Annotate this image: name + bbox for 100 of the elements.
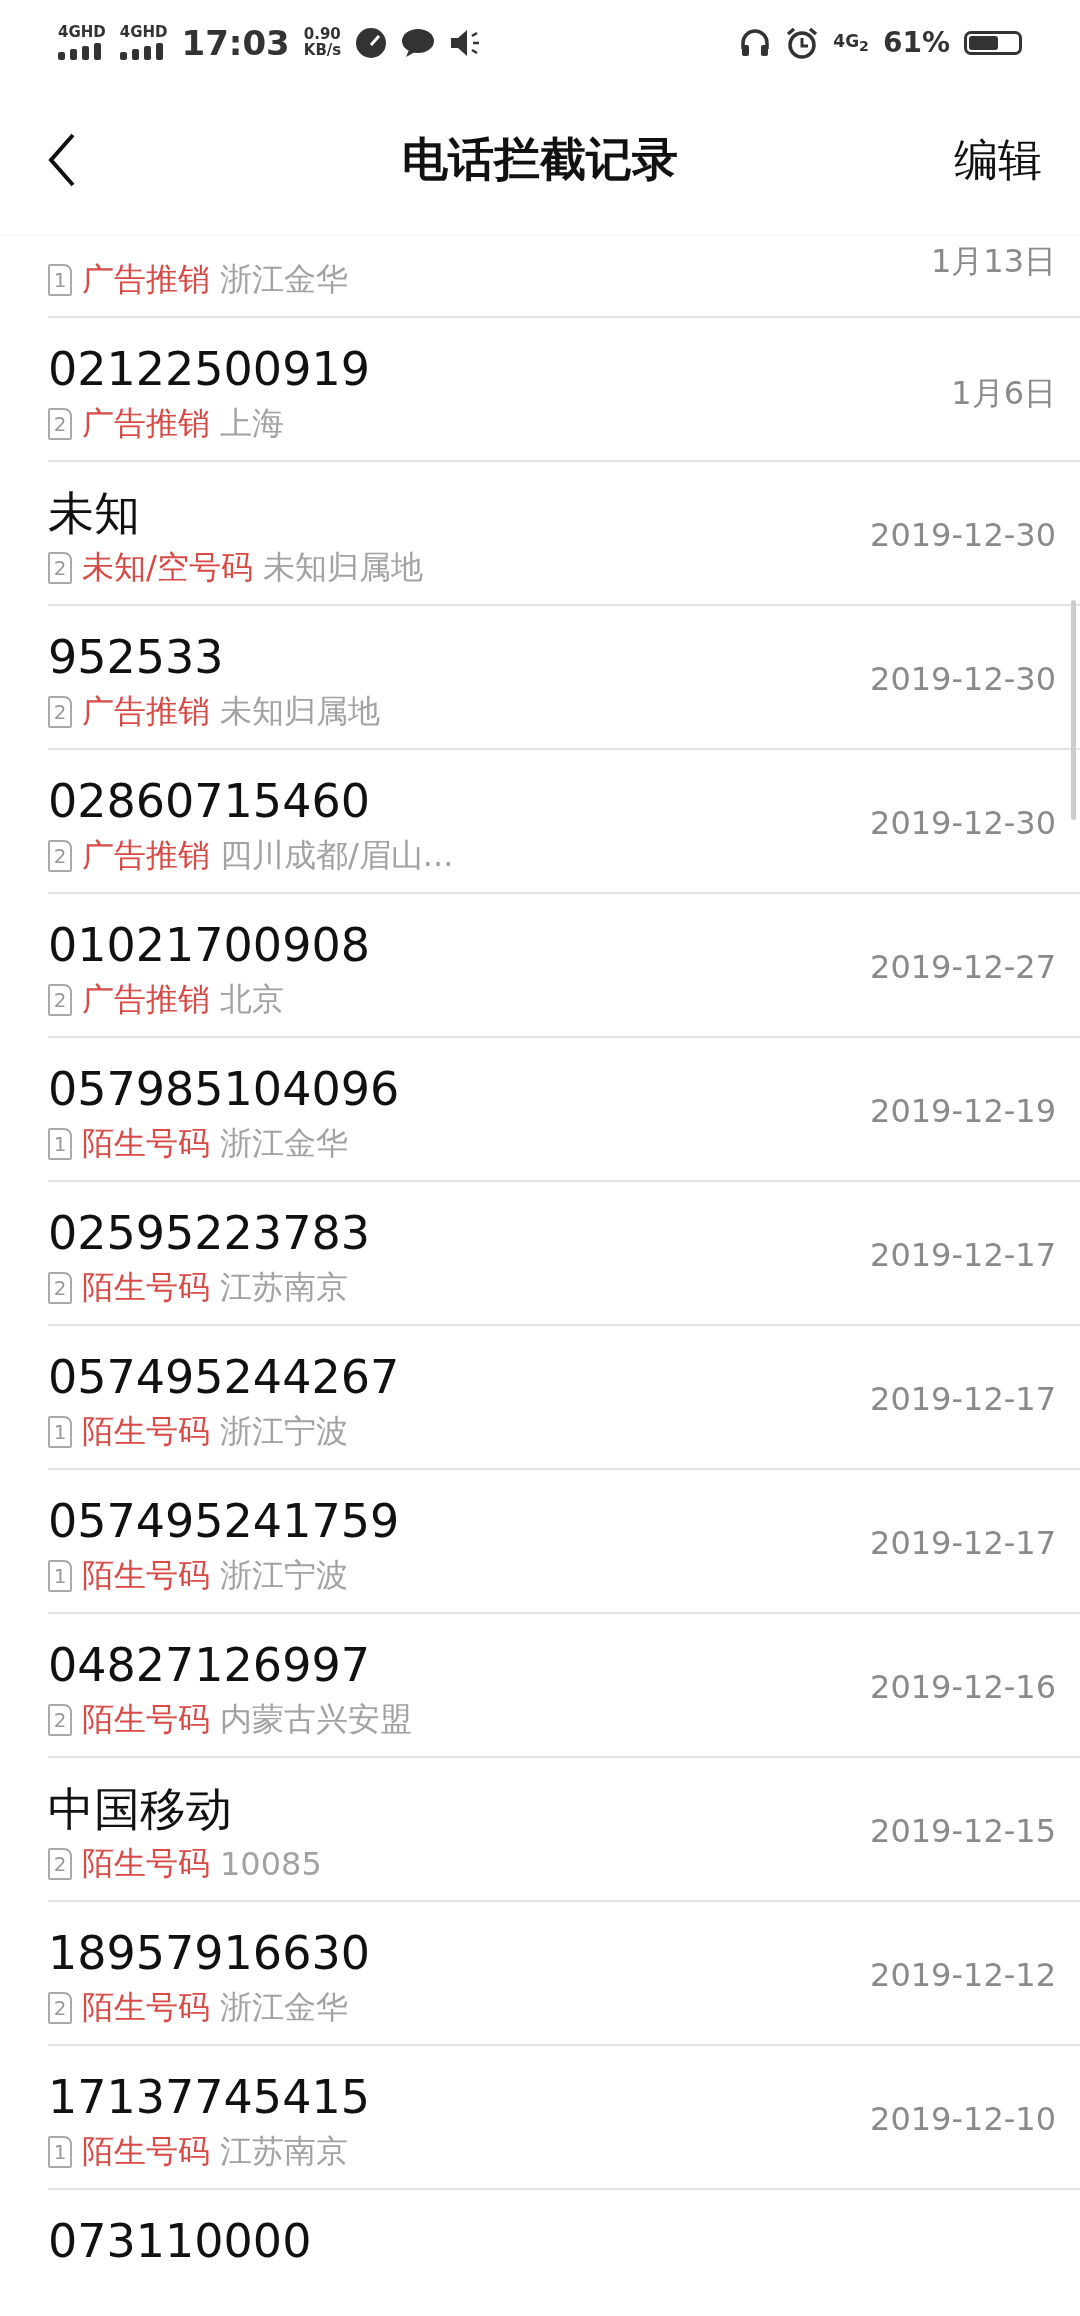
call-record[interactable]: 04827126997 2 陌生号码 内蒙古兴安盟 2019-12-16	[48, 1614, 1080, 1758]
caller-location: 未知归属地	[220, 691, 380, 732]
call-tag: 广告推销	[82, 258, 210, 302]
call-date: 2019-12-10	[870, 2100, 1056, 2138]
call-tag: 陌生号码	[82, 1266, 210, 1310]
sim-slot-badge: 2	[48, 984, 72, 1016]
sim-slot-badge: 2	[48, 696, 72, 728]
caller-location: 10085	[220, 1845, 322, 1883]
phone-number: 057495241759	[48, 1493, 400, 1550]
call-tag: 广告推销	[82, 690, 210, 734]
sim-slot-badge: 1	[48, 264, 72, 296]
phone-number: 中国移动	[48, 1781, 232, 1838]
phone-number: 18957916630	[48, 1925, 370, 1982]
call-date: 2019-12-17	[870, 1236, 1056, 1274]
sim-slot-badge: 2	[48, 1704, 72, 1736]
caller-location: 浙江宁波	[220, 1555, 348, 1596]
caller-location: 浙江金华	[220, 259, 348, 300]
call-tag: 陌生号码	[82, 1410, 210, 1454]
call-record[interactable]: 1 广告推销 浙江金华 1月13日	[48, 235, 1080, 318]
back-button[interactable]	[48, 133, 76, 187]
phone-number: 未知	[48, 485, 140, 542]
caller-location: 浙江宁波	[220, 1411, 348, 1452]
network-label: 4GHD	[58, 25, 106, 40]
caller-location: 四川成都/眉山...	[220, 835, 454, 876]
signal-icon	[58, 42, 104, 60]
sim-slot-badge: 2	[48, 1848, 72, 1880]
sim-slot-badge: 1	[48, 1560, 72, 1592]
phone-number: 02122500919	[48, 341, 370, 398]
phone-number: 02860715460	[48, 773, 370, 830]
sim-slot-badge: 2	[48, 840, 72, 872]
call-date: 2019-12-16	[870, 1668, 1056, 1706]
battery-percent: 61%	[882, 26, 950, 59]
call-record[interactable]: 01021700908 2 广告推销 北京 2019-12-27	[48, 894, 1080, 1038]
call-tag: 陌生号码	[82, 2130, 210, 2174]
call-tag: 广告推销	[82, 834, 210, 878]
call-record[interactable]: 17137745415 1 陌生号码 江苏南京 2019-12-10	[48, 2046, 1080, 2190]
caller-location: 浙江金华	[220, 1123, 348, 1164]
call-date: 1月6日	[951, 373, 1056, 414]
battery-icon	[964, 30, 1022, 55]
call-date: 2019-12-30	[870, 660, 1056, 698]
call-tag: 未知/空号码	[82, 546, 253, 590]
sim-slot-badge: 2	[48, 1272, 72, 1304]
caller-location: 北京	[220, 979, 284, 1020]
signal-icon	[119, 42, 166, 60]
caller-location: 上海	[220, 403, 284, 444]
page-title: 电话拦截记录	[402, 131, 678, 188]
phone-number: 073110000	[48, 2213, 312, 2270]
caller-location: 江苏南京	[220, 2131, 348, 2172]
caller-location: 浙江金华	[220, 1987, 348, 2028]
call-tag: 陌生号码	[82, 1842, 210, 1886]
headphones-icon	[739, 26, 772, 59]
call-date: 2019-12-15	[870, 1812, 1056, 1850]
call-record[interactable]: 02122500919 2 广告推销 上海 1月6日	[48, 318, 1080, 462]
speed-unit: KB/s	[303, 42, 342, 59]
phone-number: 17137745415	[48, 2069, 370, 2126]
call-tag: 广告推销	[82, 978, 210, 1022]
call-date: 2019-12-30	[870, 516, 1056, 554]
speed-value: 0.90	[303, 26, 342, 43]
edit-button[interactable]: 编辑	[954, 130, 1042, 190]
sim-slot-badge: 2	[48, 408, 72, 440]
call-record[interactable]: 073110000	[48, 2190, 1080, 2316]
call-tag: 陌生号码	[82, 1698, 210, 1742]
call-record[interactable]: 057985104096 1 陌生号码 浙江金华 2019-12-19	[48, 1038, 1080, 1182]
caller-location: 内蒙古兴安盟	[220, 1699, 412, 1740]
sim-slot-badge: 2	[48, 552, 72, 584]
clock: 17:03	[181, 22, 290, 63]
network-label: 4GHD	[119, 25, 168, 40]
phone-number: 02595223783	[48, 1205, 370, 1262]
caller-location: 未知归属地	[262, 547, 423, 588]
sim-slot-badge: 1	[48, 1416, 72, 1448]
alarm-icon	[785, 25, 820, 60]
call-record[interactable]: 057495241759 1 陌生号码 浙江宁波 2019-12-17	[48, 1470, 1080, 1614]
phone-number: 04827126997	[48, 1637, 370, 1694]
sim-slot-badge: 1	[48, 2136, 72, 2168]
phone-number: 01021700908	[48, 917, 370, 974]
call-record[interactable]: 057495244267 1 陌生号码 浙江宁波 2019-12-17	[48, 1326, 1080, 1470]
network-type: 4G$_{2}$	[833, 30, 869, 55]
sim-slot-badge: 2	[48, 1992, 72, 2024]
phone-number: 952533	[48, 629, 224, 686]
call-date: 2019-12-19	[870, 1092, 1056, 1130]
call-tag: 陌生号码	[82, 1554, 210, 1598]
call-record[interactable]: 18957916630 2 陌生号码 浙江金华 2019-12-12	[48, 1902, 1080, 2046]
call-tag: 陌生号码	[82, 1986, 210, 2030]
call-record[interactable]: 中国移动 2 陌生号码 10085 2019-12-15	[48, 1758, 1080, 1902]
call-record[interactable]: 02595223783 2 陌生号码 江苏南京 2019-12-17	[48, 1182, 1080, 1326]
call-record[interactable]: 未知 2 未知/空号码 未知归属地 2019-12-30	[48, 462, 1080, 606]
call-tag: 陌生号码	[82, 1122, 210, 1166]
chat-icon	[401, 27, 436, 58]
call-date: 2019-12-17	[870, 1380, 1056, 1418]
phone-number: 057985104096	[48, 1061, 400, 1118]
sim-slot-badge: 1	[48, 1128, 72, 1160]
call-date: 2019-12-27	[870, 948, 1056, 986]
call-date: 2019-12-17	[870, 1524, 1056, 1562]
call-tag: 广告推销	[82, 402, 210, 446]
call-date: 2019-12-12	[870, 1956, 1056, 1994]
gauge-icon	[355, 26, 388, 59]
call-date: 2019-12-30	[870, 804, 1056, 842]
phone-number: 057495244267	[48, 1349, 400, 1406]
call-date: 1月13日	[930, 241, 1056, 282]
caller-location: 江苏南京	[220, 1267, 348, 1308]
